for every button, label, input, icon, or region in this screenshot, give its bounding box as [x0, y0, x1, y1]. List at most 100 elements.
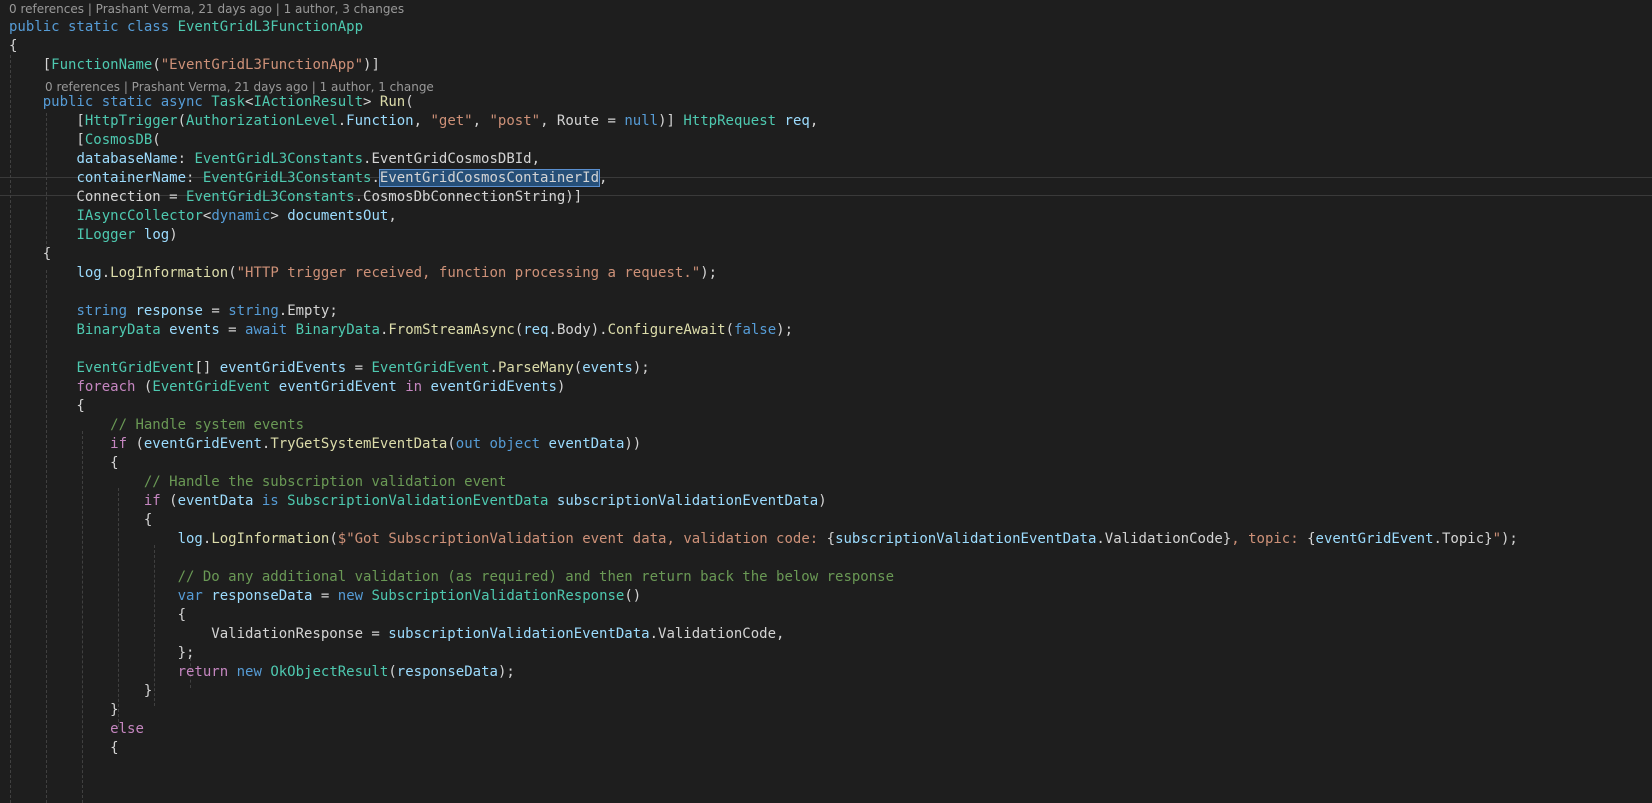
code-token: EventGridL3Constants: [194, 151, 364, 167]
code-token: .Body).: [548, 322, 608, 338]
code-token: EventGridEvent: [152, 379, 271, 395]
code-token: if: [143, 493, 161, 509]
code-line[interactable]: {: [0, 510, 1652, 530]
code-token: public static class: [9, 19, 178, 35]
code-line[interactable]: [0, 282, 1652, 302]
code-token: }: [9, 702, 119, 718]
code-token: Task: [211, 94, 246, 110]
code-token: (: [388, 664, 397, 680]
code-line[interactable]: return new OkObjectResult(responseData);: [0, 662, 1652, 682]
code-token: FromStreamAsync: [388, 322, 515, 338]
code-line[interactable]: IAsyncCollector<dynamic> documentsOut,: [0, 206, 1652, 226]
code-token: string: [228, 303, 279, 319]
code-line[interactable]: [FunctionName("EventGridL3FunctionApp")]: [0, 55, 1652, 75]
code-token: // Do any additional validation (as requ…: [177, 569, 895, 585]
code-token: );: [1501, 531, 1518, 547]
code-line[interactable]: }: [0, 700, 1652, 720]
code-token: eventGridEvents: [219, 360, 347, 376]
code-token: (: [135, 379, 153, 395]
code-line[interactable]: };: [0, 643, 1652, 663]
code-line[interactable]: log.LogInformation($"Got SubscriptionVal…: [0, 529, 1652, 549]
code-token: EventGridL3Constants: [186, 189, 355, 205]
code-line[interactable]: {: [0, 396, 1652, 416]
code-token: )]: [658, 113, 684, 129]
code-token: {: [9, 512, 153, 528]
code-line[interactable]: [HttpTrigger(AuthorizationLevel.Function…: [0, 111, 1652, 131]
code-token: =: [202, 303, 229, 319]
code-token: (: [447, 436, 456, 452]
code-line[interactable]: {: [0, 738, 1652, 758]
code-token: );: [776, 322, 794, 338]
code-line[interactable]: [0, 339, 1652, 359]
code-line[interactable]: [CosmosDB(: [0, 130, 1652, 150]
code-line[interactable]: public static async Task<IActionResult> …: [0, 92, 1652, 112]
code-line[interactable]: string response = string.Empty;: [0, 301, 1652, 321]
code-line[interactable]: log.LogInformation("HTTP trigger receive…: [0, 263, 1652, 283]
code-token: (: [177, 113, 187, 129]
code-line[interactable]: databaseName: EventGridL3Constants.Event…: [0, 149, 1652, 169]
code-line[interactable]: // Do any additional validation (as requ…: [0, 567, 1652, 587]
code-token: (: [152, 132, 161, 148]
code-token: req: [784, 113, 810, 129]
code-token: log: [143, 227, 170, 243]
code-line[interactable]: if (eventGridEvent.TryGetSystemEventData…: [0, 434, 1652, 454]
code-line[interactable]: ValidationResponse = subscriptionValidat…: [0, 624, 1652, 644]
code-token: events: [169, 322, 220, 338]
code-token: await: [245, 322, 288, 338]
codelens-class[interactable]: 0 references | Prashant Verma, 21 days a…: [9, 1, 404, 17]
code-token: false: [734, 322, 777, 338]
code-token: null: [624, 113, 659, 129]
code-line[interactable]: EventGridEvent[] eventGridEvents = Event…: [0, 358, 1652, 378]
code-token: eventGridEvent: [278, 379, 397, 395]
code-token: >: [363, 94, 380, 110]
code-line[interactable]: {: [0, 453, 1652, 473]
code-token: .Empty;: [278, 303, 338, 319]
code-token: )): [624, 436, 642, 452]
code-token: SubscriptionValidationResponse: [371, 588, 625, 604]
code-token: // Handle system events: [110, 417, 305, 433]
code-line[interactable]: {: [0, 244, 1652, 264]
code-token: [: [9, 57, 52, 73]
code-editor[interactable]: 0 references | Prashant Verma, 21 days a…: [0, 0, 1652, 803]
code-line[interactable]: if (eventData is SubscriptionValidationE…: [0, 491, 1652, 511]
code-line[interactable]: [0, 548, 1652, 568]
code-line[interactable]: }: [0, 681, 1652, 701]
code-token: log: [76, 265, 102, 281]
code-token: IAsyncCollector: [76, 208, 203, 224]
code-token: OkObjectResult: [270, 664, 389, 680]
code-token: (: [127, 436, 144, 452]
code-line[interactable]: {: [0, 605, 1652, 625]
code-token: =: [312, 588, 338, 604]
code-token: :: [186, 170, 203, 186]
code-line[interactable]: var responseData = new SubscriptionValid…: [0, 586, 1652, 606]
code-token: (: [725, 322, 735, 338]
code-token: Function: [346, 113, 414, 129]
code-token: out object: [455, 436, 541, 452]
code-line[interactable]: BinaryData events = await BinaryData.Fro…: [0, 320, 1652, 340]
code-token: );: [700, 265, 718, 281]
code-line[interactable]: containerName: EventGridL3Constants.Even…: [0, 168, 1652, 188]
code-line[interactable]: else: [0, 719, 1652, 739]
code-line[interactable]: public static class EventGridL3FunctionA…: [0, 17, 1652, 37]
code-token: is: [261, 493, 279, 509]
code-token: "post": [489, 113, 541, 129]
code-line[interactable]: ILogger log): [0, 225, 1652, 245]
code-line[interactable]: {: [0, 36, 1652, 56]
code-line[interactable]: // Handle system events: [0, 415, 1652, 435]
code-token: {: [9, 607, 187, 623]
code-line[interactable]: Connection = EventGridL3Constants.Cosmos…: [0, 187, 1652, 207]
code-line[interactable]: foreach (EventGridEvent eventGridEvent i…: [0, 377, 1652, 397]
code-token: {: [9, 398, 85, 414]
code-token: SubscriptionValidationEventData: [287, 493, 549, 509]
code-line[interactable]: // Handle the subscription validation ev…: [0, 472, 1652, 492]
code-token: , topic:: [1231, 531, 1308, 547]
